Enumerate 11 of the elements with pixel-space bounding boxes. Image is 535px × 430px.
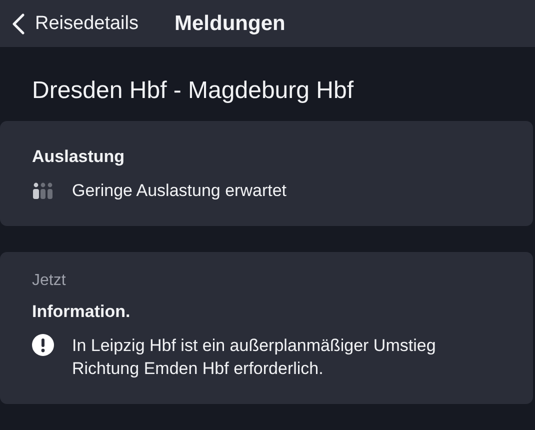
route-title: Dresden Hbf - Magdeburg Hbf xyxy=(31,76,355,106)
back-icon xyxy=(12,12,25,34)
page-title: Meldungen xyxy=(174,12,286,36)
card-heading: Information. xyxy=(32,302,132,322)
occupancy-icon xyxy=(32,182,54,200)
occupancy-text: Geringe Auslastung erwartet xyxy=(72,180,287,202)
message-time: Jetzt xyxy=(32,272,67,290)
alert-icon xyxy=(32,334,54,356)
message-text: In Leipzig Hbf ist ein außerplanmäßiger Umstieg Richtung Emden Hbf erforderlich. xyxy=(72,335,437,380)
back-button[interactable]: Reisedetails xyxy=(12,12,138,34)
card-heading: Auslastung xyxy=(32,147,126,167)
